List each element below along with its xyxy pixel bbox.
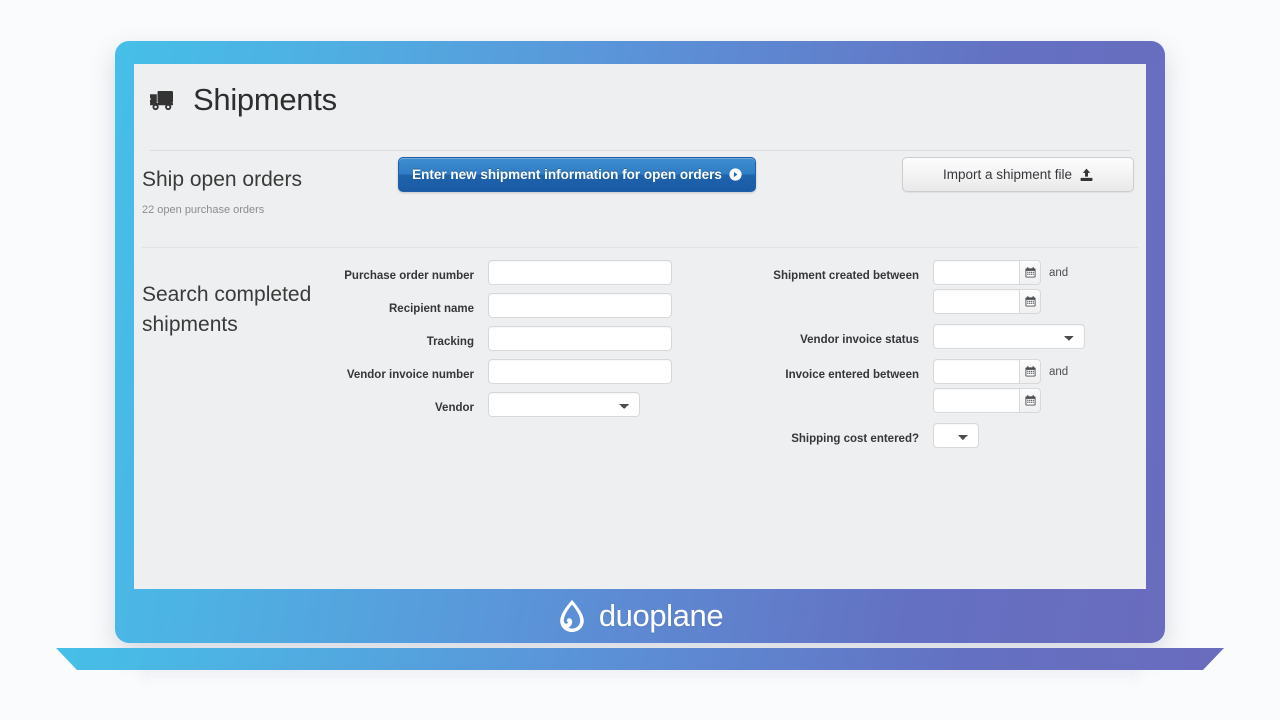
shipment-created-from-input[interactable] bbox=[933, 260, 1019, 285]
date-stack bbox=[933, 260, 1041, 314]
field-shipping-cost-entered: Shipping cost entered? bbox=[734, 423, 1139, 448]
date-from-group bbox=[933, 260, 1041, 285]
vendor-invoice-status-select[interactable] bbox=[933, 324, 1085, 349]
field-label: Shipping cost entered? bbox=[791, 433, 919, 445]
enter-new-shipment-label: Enter new shipment information for open … bbox=[412, 167, 722, 182]
calendar-icon bbox=[1024, 267, 1036, 278]
shipment-created-from-calendar-button[interactable] bbox=[1019, 260, 1041, 285]
field-purchase-order-number: Purchase order number bbox=[334, 260, 734, 285]
purchase-order-number-input[interactable] bbox=[488, 260, 672, 285]
date-range-conjunction: and bbox=[1049, 267, 1069, 279]
shipping-cost-entered-select[interactable] bbox=[933, 423, 979, 448]
import-shipment-file-label: Import a shipment file bbox=[942, 167, 1073, 182]
arrow-circle-right-icon bbox=[729, 168, 742, 181]
date-stack bbox=[933, 359, 1041, 413]
vendor-select[interactable] bbox=[488, 392, 640, 417]
field-recipient-name: Recipient name bbox=[334, 293, 734, 318]
field-invoice-entered-between: Invoice entered between and bbox=[734, 359, 1139, 413]
invoice-entered-from-calendar-button[interactable] bbox=[1019, 359, 1041, 384]
laptop-base bbox=[56, 648, 1224, 670]
field-label: Invoice entered between bbox=[785, 369, 919, 381]
calendar-icon bbox=[1024, 366, 1036, 377]
calendar-icon bbox=[1024, 395, 1036, 406]
search-form-left-column: Purchase order number Recipient name Tra… bbox=[334, 260, 734, 425]
field-vendor-invoice-status: Vendor invoice status bbox=[734, 324, 1139, 349]
field-vendor: Vendor bbox=[334, 392, 734, 417]
laptop-screen: Shipments Ship open orders 22 open purch… bbox=[134, 64, 1146, 589]
page-title-row: Shipments bbox=[142, 84, 1138, 115]
screenshot-stage: Shipments Ship open orders 22 open purch… bbox=[0, 0, 1280, 720]
laptop-base-shadow bbox=[140, 670, 1140, 684]
field-label: Vendor invoice number bbox=[346, 369, 474, 381]
shipment-created-to-input[interactable] bbox=[933, 289, 1019, 314]
invoice-entered-to-calendar-button[interactable] bbox=[1019, 388, 1041, 413]
field-label: Purchase order number bbox=[344, 270, 474, 282]
upload-icon bbox=[1080, 168, 1093, 181]
calendar-icon bbox=[1024, 296, 1036, 307]
field-label: Vendor bbox=[435, 402, 474, 414]
ship-open-orders-heading: Ship open orders bbox=[142, 168, 302, 191]
field-label: Vendor invoice status bbox=[800, 334, 919, 346]
invoice-entered-to-input[interactable] bbox=[933, 388, 1019, 413]
field-label: Tracking bbox=[426, 336, 474, 348]
import-shipment-file-button[interactable]: Import a shipment file bbox=[902, 157, 1134, 192]
enter-new-shipment-button[interactable]: Enter new shipment information for open … bbox=[398, 157, 756, 192]
invoice-entered-date-range: and bbox=[933, 359, 1068, 413]
date-range-conjunction: and bbox=[1049, 366, 1069, 378]
page-header: Shipments bbox=[142, 84, 1138, 151]
vendor-invoice-number-input[interactable] bbox=[488, 359, 672, 384]
invoice-entered-from-input[interactable] bbox=[933, 359, 1019, 384]
tracking-input[interactable] bbox=[488, 326, 672, 351]
search-completed-shipments-section: Search completed shipments Purchase orde… bbox=[134, 260, 1146, 589]
open-purchase-orders-count: 22 open purchase orders bbox=[142, 204, 265, 216]
date-to-group bbox=[933, 289, 1041, 314]
field-tracking: Tracking bbox=[334, 326, 734, 351]
header-divider bbox=[150, 150, 1130, 151]
search-section-heading: Search completed shipments bbox=[142, 283, 312, 336]
section-divider bbox=[142, 247, 1138, 248]
truck-icon bbox=[150, 90, 173, 110]
date-to-group bbox=[933, 388, 1041, 413]
search-form-right-column: Shipment created between and Vendor invo… bbox=[734, 260, 1139, 456]
shipment-created-to-calendar-button[interactable] bbox=[1019, 289, 1041, 314]
field-vendor-invoice-number: Vendor invoice number bbox=[334, 359, 734, 384]
field-label: Recipient name bbox=[389, 303, 474, 315]
field-label: Shipment created between bbox=[773, 270, 919, 282]
date-from-group bbox=[933, 359, 1041, 384]
field-shipment-created-between: Shipment created between and bbox=[734, 260, 1139, 314]
shipments-page: Shipments Ship open orders 22 open purch… bbox=[134, 64, 1146, 589]
shipment-created-date-range: and bbox=[933, 260, 1068, 314]
page-title: Shipments bbox=[193, 82, 337, 117]
recipient-name-input[interactable] bbox=[488, 293, 672, 318]
